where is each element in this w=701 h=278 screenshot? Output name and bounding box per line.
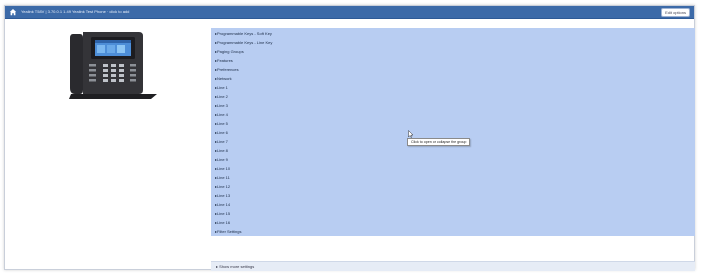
settings-group-row[interactable]: ▸Line 9 bbox=[215, 156, 228, 163]
app-window: Yealink T58V | 3.70.0.1 1.49 Yealink Tes… bbox=[4, 5, 695, 271]
settings-group-row[interactable]: ▸Preferences bbox=[215, 66, 239, 73]
settings-group-row[interactable]: ▸Paging Groups bbox=[215, 48, 244, 55]
title-bar: Yealink T58V | 3.70.0.1 1.49 Yealink Tes… bbox=[5, 6, 694, 19]
show-more-settings-link[interactable]: ▸ Show more settings bbox=[216, 263, 254, 270]
settings-group-row[interactable]: ▸Filter Settings bbox=[215, 228, 241, 235]
settings-group-row[interactable]: ▸Line 4 bbox=[215, 111, 228, 118]
footer-bar: ▸ Show more settings bbox=[211, 261, 695, 271]
window-title: Yealink T58V | 3.70.0.1 1.49 Yealink Tes… bbox=[21, 9, 130, 14]
desk-phone-image bbox=[69, 32, 157, 99]
settings-group-row[interactable]: ▸Line 15 bbox=[215, 210, 230, 217]
settings-group-list: Click to open or collapse the group ▸Pro… bbox=[211, 28, 695, 236]
settings-group-row[interactable]: ▸Line 14 bbox=[215, 201, 230, 208]
settings-group-row[interactable]: ▸Line 13 bbox=[215, 192, 230, 199]
settings-group-row[interactable]: ▸Line 5 bbox=[215, 120, 228, 127]
mouse-pointer-icon bbox=[408, 130, 414, 138]
settings-group-row[interactable]: ▸Programmable Keys - Line Key bbox=[215, 39, 272, 46]
settings-group-row[interactable]: ▸Line 1 bbox=[215, 84, 228, 91]
settings-group-row[interactable]: ▸Line 6 bbox=[215, 129, 228, 136]
group-tooltip: Click to open or collapse the group bbox=[407, 138, 471, 146]
settings-group-row[interactable]: ▸Line 12 bbox=[215, 183, 230, 190]
settings-group-row[interactable]: ▸Line 7 bbox=[215, 138, 228, 145]
settings-group-row[interactable]: ▸Line 11 bbox=[215, 174, 230, 181]
settings-group-row[interactable]: ▸Network bbox=[215, 75, 232, 82]
settings-group-row[interactable]: ▸Line 2 bbox=[215, 93, 228, 100]
settings-group-row[interactable]: ▸Programmable Keys - Soft Key bbox=[215, 30, 272, 37]
home-icon[interactable] bbox=[9, 8, 17, 16]
settings-group-row[interactable]: ▸Line 3 bbox=[215, 102, 228, 109]
settings-group-row[interactable]: ▸Line 16 bbox=[215, 219, 230, 226]
settings-group-row[interactable]: ▸Features bbox=[215, 57, 233, 64]
settings-group-row[interactable]: ▸Line 8 bbox=[215, 147, 228, 154]
edit-options-button[interactable]: Edit options bbox=[661, 8, 690, 17]
settings-group-row[interactable]: ▸Line 10 bbox=[215, 165, 230, 172]
